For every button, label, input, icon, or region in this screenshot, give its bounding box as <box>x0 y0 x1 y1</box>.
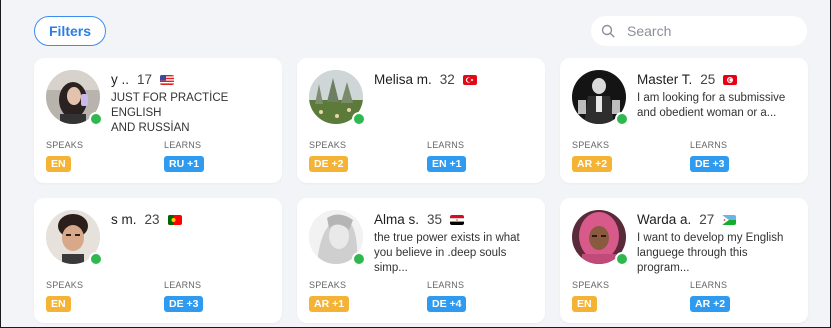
learns-tag: DE +3 <box>164 296 204 312</box>
speaks-label: SPEAKS <box>309 140 347 150</box>
avatar[interactable] <box>309 70 366 126</box>
search-placeholder: Search <box>627 23 672 39</box>
bio-line: AND RUSSİAN <box>111 122 190 134</box>
user-age: 23 <box>144 212 160 227</box>
avatar[interactable] <box>46 70 103 126</box>
avatar[interactable] <box>309 210 366 266</box>
avatar[interactable] <box>572 70 629 126</box>
user-bio: the true power exists in what you believ… <box>374 231 538 276</box>
flag-dj-icon <box>722 214 737 225</box>
flag-pt-icon <box>167 214 182 225</box>
speaks-label: SPEAKS <box>572 280 610 290</box>
user-age: 35 <box>427 212 443 227</box>
user-name[interactable]: Master T. <box>637 72 692 87</box>
speaks-tag: DE +2 <box>309 156 349 172</box>
learns-tag: EN +1 <box>427 156 467 172</box>
user-bio: I am looking for a submissive and obedie… <box>637 91 801 121</box>
learns-label: LEARNS <box>690 140 728 150</box>
flag-tr-icon <box>462 74 477 85</box>
speaks-label: SPEAKS <box>572 140 610 150</box>
search-input[interactable]: Search <box>591 16 807 46</box>
learns-tag: DE +3 <box>690 156 730 172</box>
user-name[interactable]: s m. <box>111 212 137 227</box>
user-age: 25 <box>700 72 716 87</box>
online-indicator <box>615 252 629 266</box>
profile-card[interactable]: Master T. 25 I am looking for a submissi… <box>560 58 808 183</box>
bio-line: languege through this program... <box>637 247 748 274</box>
speaks-tag: EN <box>572 296 597 312</box>
online-indicator <box>352 112 366 126</box>
learns-label: LEARNS <box>164 280 202 290</box>
toolbar: Filters Search <box>1 0 830 58</box>
profile-card[interactable]: Melisa m. 32 SPEAKS LEARNS DE +2 EN +1 <box>297 58 545 183</box>
speaks-label: SPEAKS <box>46 140 84 150</box>
user-name[interactable]: Warda a. <box>637 212 691 227</box>
user-age: 17 <box>137 72 153 87</box>
online-indicator <box>89 112 103 126</box>
user-name[interactable]: y .. <box>111 72 129 87</box>
user-age: 32 <box>439 72 455 87</box>
avatar[interactable] <box>572 210 629 266</box>
speaks-tag: EN <box>46 296 71 312</box>
speaks-label: SPEAKS <box>309 280 347 290</box>
learns-label: LEARNS <box>690 280 728 290</box>
user-age: 27 <box>699 212 715 227</box>
learns-tag: AR +2 <box>690 296 731 312</box>
bio-line: JUST FOR PRACTİCE ENGLISH <box>111 92 229 119</box>
flag-us-icon <box>160 74 175 85</box>
flag-tn-icon <box>723 74 738 85</box>
user-name[interactable]: Melisa m. <box>374 72 432 87</box>
online-indicator <box>89 252 103 266</box>
speaks-label: SPEAKS <box>46 280 84 290</box>
learns-label: LEARNS <box>427 140 465 150</box>
profile-card[interactable]: s m. 23 SPEAKS LEARNS EN DE +3 <box>34 198 282 323</box>
bio-line: I want to develop my English <box>637 232 784 244</box>
app-frame: Filters Search y .. 17 JUST FOR PRACTİCE… <box>0 0 831 328</box>
learns-label: LEARNS <box>164 140 202 150</box>
bio-line: the true power exists in what <box>374 232 520 244</box>
search-icon <box>601 24 615 38</box>
avatar[interactable] <box>46 210 103 266</box>
online-indicator <box>615 112 629 126</box>
user-bio: JUST FOR PRACTİCE ENGLISH AND RUSSİAN <box>111 91 275 136</box>
user-bio: I want to develop my English languege th… <box>637 231 801 276</box>
online-indicator <box>352 252 366 266</box>
speaks-tag: AR +1 <box>309 296 350 312</box>
learns-tag: RU +1 <box>164 156 205 172</box>
profile-card[interactable]: Warda a. 27 I want to develop my English… <box>560 198 808 323</box>
bio-line: I am looking for a submissive <box>637 92 786 104</box>
speaks-tag: AR +2 <box>572 156 613 172</box>
filters-button[interactable]: Filters <box>34 16 106 46</box>
learns-tag: DE +4 <box>427 296 467 312</box>
speaks-tag: EN <box>46 156 71 172</box>
bio-line: and obedient woman or a... <box>637 107 777 119</box>
learns-label: LEARNS <box>427 280 465 290</box>
bio-line: you believe in .deep souls simp... <box>374 247 507 274</box>
profile-card[interactable]: Alma s. 35 the true power exists in what… <box>297 198 545 323</box>
profile-card[interactable]: y .. 17 JUST FOR PRACTİCE ENGLISH AND RU… <box>34 58 282 183</box>
flag-eg-icon <box>450 214 465 225</box>
user-name[interactable]: Alma s. <box>374 212 419 227</box>
